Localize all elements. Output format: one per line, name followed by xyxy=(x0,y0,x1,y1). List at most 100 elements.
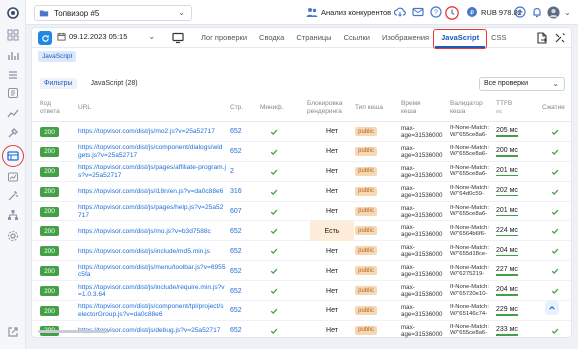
col-validator[interactable]: Валидатор кеша xyxy=(450,100,490,116)
table-row[interactable]: 200 https://topvisor.com/dist/js/componen… xyxy=(32,142,571,162)
monitoring-icon[interactable] xyxy=(6,170,20,184)
js-url-link[interactable]: https://topvisor.com/dist/js/component/t… xyxy=(78,301,226,321)
magic-icon[interactable] xyxy=(6,189,20,203)
help-icon[interactable]: ? xyxy=(430,6,442,18)
avatar-chevron-down-icon[interactable]: ⌄ xyxy=(564,8,571,17)
topvisor-logo-icon[interactable] xyxy=(6,6,20,20)
table-row[interactable]: 200 https://topvisor.com/dist/js/i18n/en.… xyxy=(32,182,571,202)
export-icon[interactable] xyxy=(536,32,548,44)
site-audit-icon[interactable] xyxy=(6,149,20,163)
people-icon xyxy=(306,8,318,17)
minified-check-icon xyxy=(270,221,280,241)
external-link-icon[interactable] xyxy=(7,326,19,338)
table-header: Код ответа URL Стр. Миниф. Блокировка ре… xyxy=(32,100,571,122)
col-code[interactable]: Код ответа xyxy=(40,100,70,116)
table-row[interactable]: 200 https://topvisor.com/dist/js/mo.js?v=… xyxy=(32,221,571,242)
filters-button[interactable]: Фильтры xyxy=(40,78,77,89)
list-icon[interactable] xyxy=(6,68,20,82)
col-pages[interactable]: Стр. xyxy=(230,104,243,112)
refresh-button[interactable] xyxy=(38,31,52,45)
render-blocking-value: Нет xyxy=(326,247,338,255)
table-row[interactable]: 200 https://topvisor.com/dist/js/mo2.js?v… xyxy=(32,122,571,142)
trend-icon[interactable] xyxy=(6,106,20,120)
pages-count-link[interactable]: 2 xyxy=(230,162,234,182)
js-url-link[interactable]: https://topvisor.com/dist/js/include/req… xyxy=(78,281,226,301)
tab-links[interactable]: Ссылки xyxy=(338,28,376,48)
javascript-filter-chip[interactable]: JavaScript xyxy=(38,51,77,62)
col-minified[interactable]: Миниф. xyxy=(260,104,283,112)
avatar[interactable] xyxy=(547,6,560,19)
javascript-count-value: (28) xyxy=(125,80,138,87)
tab-css[interactable]: CSS xyxy=(485,28,512,48)
js-url-link[interactable]: https://topvisor.com/dist/js/i18n/en.js?… xyxy=(78,182,226,202)
pages-count-link[interactable]: 652 xyxy=(230,142,242,162)
tab-images[interactable]: Изображения xyxy=(376,28,435,48)
ttfb-value: 204 мс xyxy=(496,246,518,254)
cache-time-value: max-age=31536000 xyxy=(401,224,443,239)
js-url-link[interactable]: https://topvisor.com/dist/js/menu/toolba… xyxy=(78,261,226,281)
table-row[interactable]: 200https://topvisor.com/dist/js/debug.js… xyxy=(32,321,571,341)
js-url-link[interactable]: https://topvisor.com/dist/js/mo2.js?v=25… xyxy=(78,122,226,142)
pages-count-link[interactable]: 652 xyxy=(230,241,242,261)
js-url-link[interactable]: https://topvisor.com/dist/js/include/md5… xyxy=(78,241,226,261)
cache-validator-value: If-None-Match: W/"655ce8a6- xyxy=(450,324,489,337)
horizontal-scrollbar[interactable] xyxy=(38,330,108,333)
col-cache-time[interactable]: Время кеша xyxy=(401,100,431,116)
pages-count-link[interactable]: 652 xyxy=(230,301,242,321)
col-blocking[interactable]: Блокировка рендеринга xyxy=(307,100,355,116)
tab-javascript[interactable]: JavaScript xyxy=(433,28,488,49)
table-row[interactable]: 200 https://topvisor.com/dist/js/include/… xyxy=(32,281,571,302)
tab-pages[interactable]: Страницы xyxy=(290,28,337,48)
pages-count-link[interactable]: 652 xyxy=(230,261,242,281)
col-url[interactable]: URL xyxy=(78,104,91,112)
desktop-view-icon[interactable] xyxy=(172,32,184,44)
positions-chart-icon[interactable] xyxy=(6,48,20,62)
add-icon[interactable] xyxy=(514,6,526,18)
col-ttfb-unit: мс xyxy=(496,109,503,115)
table-row[interactable]: 200 https://topvisor.com/dist/js/include/… xyxy=(32,241,571,262)
bell-icon[interactable] xyxy=(531,6,543,18)
wallet-icon: ₽ xyxy=(467,7,477,17)
pages-count-link[interactable]: 316 xyxy=(230,182,242,202)
table-row[interactable]: 200 https://topvisor.com/dist/js/pages/he… xyxy=(32,202,571,222)
col-cache-type[interactable]: Тип кеша xyxy=(355,104,383,112)
pages-count-link[interactable]: 607 xyxy=(230,202,242,222)
mail-icon[interactable] xyxy=(412,6,424,18)
cache-type-badge: public xyxy=(355,286,377,296)
pages-count-link[interactable]: 652 xyxy=(230,221,242,241)
dashboard-icon[interactable] xyxy=(6,28,20,42)
js-url-link[interactable]: https://topvisor.com/dist/js/component/d… xyxy=(78,142,226,162)
cloud-download-icon[interactable] xyxy=(394,6,406,18)
settings-icon[interactable] xyxy=(6,229,20,243)
table-row[interactable]: 200 https://topvisor.com/dist/js/pages/af… xyxy=(32,162,571,182)
tools-settings-icon[interactable] xyxy=(554,32,566,44)
filter-bar: Фильтры JavaScript (28) xyxy=(40,78,142,89)
cache-time-value: max-age=31536000 xyxy=(401,323,443,338)
clusters-icon[interactable] xyxy=(6,86,20,100)
ttfb-cell: 204 мс xyxy=(496,241,530,261)
js-url-link[interactable]: https://topvisor.com/dist/js/pages/affil… xyxy=(78,162,226,182)
col-ttfb[interactable]: TTFB мс xyxy=(496,100,512,116)
js-url-link[interactable]: https://topvisor.com/dist/js/pages/help.… xyxy=(78,202,226,222)
project-selector[interactable]: Топвизор #5 ⌄ xyxy=(34,5,192,21)
date-selector[interactable]: 09.12.2023 05:15 ⌄ xyxy=(57,32,155,41)
pages-count-link[interactable]: 652 xyxy=(230,122,242,142)
table-row[interactable]: 200 https://topvisor.com/dist/js/componen… xyxy=(32,301,571,321)
js-url-link[interactable]: https://topvisor.com/dist/js/mo.js?v=b3d… xyxy=(78,221,226,241)
ttfb-cell: 202 мс xyxy=(496,182,530,202)
status-code-badge: 200 xyxy=(40,246,59,257)
checks-select[interactable]: Все проверки ⌄ xyxy=(479,77,565,91)
tab-check-log[interactable]: Лог проверки xyxy=(195,28,253,48)
col-gzip[interactable]: Сжатие xyxy=(542,104,565,112)
competitors-analysis-link[interactable]: Анализ конкурентов xyxy=(306,6,391,18)
minified-check-icon xyxy=(270,261,280,281)
pages-count-link[interactable]: 652 xyxy=(230,321,242,341)
scroll-up-button[interactable] xyxy=(545,301,559,315)
ttfb-bar xyxy=(496,334,518,336)
tab-summary[interactable]: Сводка xyxy=(253,28,290,48)
gzip-check-icon xyxy=(551,202,561,222)
pages-count-link[interactable]: 652 xyxy=(230,281,242,301)
tools-icon[interactable] xyxy=(6,126,20,140)
sitemap-icon[interactable] xyxy=(6,208,20,222)
table-row[interactable]: 200 https://topvisor.com/dist/js/menu/too… xyxy=(32,261,571,282)
